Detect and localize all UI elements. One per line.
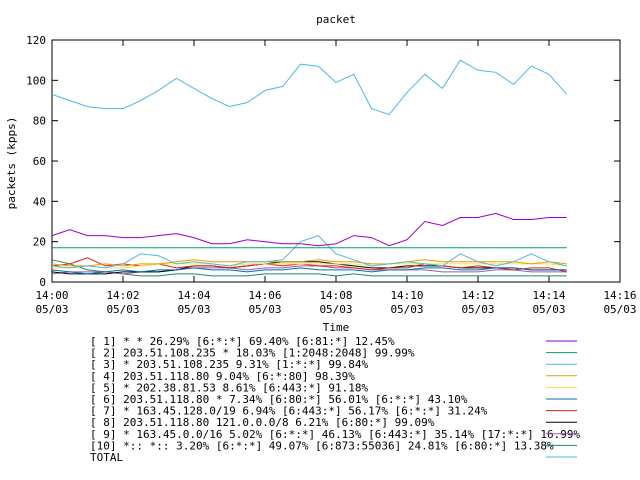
y-tick-label: 80 bbox=[33, 115, 46, 128]
x-tick-time-label: 14:12 bbox=[461, 289, 494, 302]
plot-frame bbox=[51, 39, 621, 283]
y-tick-label: 120 bbox=[26, 34, 46, 47]
series-line-1 bbox=[51, 212, 567, 247]
x-tick-time-label: 14:16 bbox=[603, 289, 636, 302]
x-tick-date-label: 05/03 bbox=[177, 303, 210, 316]
x-tick-date-label: 05/03 bbox=[603, 303, 636, 316]
series-line-11 bbox=[51, 59, 568, 116]
series-lines bbox=[51, 59, 568, 277]
y-tick-label: 0 bbox=[39, 276, 46, 289]
x-tick-date-label: 05/03 bbox=[390, 303, 423, 316]
x-tick-time-label: 14:06 bbox=[248, 289, 281, 302]
x-tick-time-label: 14:10 bbox=[390, 289, 423, 302]
x-tick-time-label: 14:04 bbox=[177, 289, 210, 302]
legend: [ 1] * * 26.29% [6:*:*] 69.40% [6:81:*] … bbox=[90, 335, 580, 464]
x-tick-date-label: 05/03 bbox=[461, 303, 494, 316]
x-tick-date-label: 05/03 bbox=[248, 303, 281, 316]
y-axis: 0 20 40 60 80 100 120 bbox=[26, 34, 620, 289]
legend-entry-label: [10] *:: *:: 3.20% [6:*:*] 49.07% [6:873… bbox=[90, 439, 554, 452]
packet-chart: packet packets (kpps) Time 0 20 40 60 80 100 1… bbox=[5, 13, 637, 464]
series-line-3 bbox=[51, 235, 567, 269]
x-tick-date-label: 05/03 bbox=[319, 303, 352, 316]
x-tick-time-label: 14:02 bbox=[106, 289, 139, 302]
x-tick-time-label: 14:14 bbox=[532, 289, 565, 302]
x-tick-date-label: 05/03 bbox=[106, 303, 139, 316]
chart-title: packet bbox=[316, 13, 356, 26]
y-tick-label: 100 bbox=[26, 74, 46, 87]
x-tick-time-label: 14:00 bbox=[35, 289, 68, 302]
y-tick-label: 40 bbox=[33, 195, 46, 208]
x-tick-date-label: 05/03 bbox=[35, 303, 68, 316]
legend-entry-label: TOTAL bbox=[90, 451, 123, 464]
x-axis-label: Time bbox=[323, 321, 350, 334]
x-tick-time-label: 14:08 bbox=[319, 289, 352, 302]
y-tick-label: 20 bbox=[33, 236, 46, 249]
y-axis-label: packets (kpps) bbox=[5, 117, 18, 210]
y-tick-label: 60 bbox=[33, 155, 46, 168]
x-tick-date-label: 05/03 bbox=[532, 303, 565, 316]
